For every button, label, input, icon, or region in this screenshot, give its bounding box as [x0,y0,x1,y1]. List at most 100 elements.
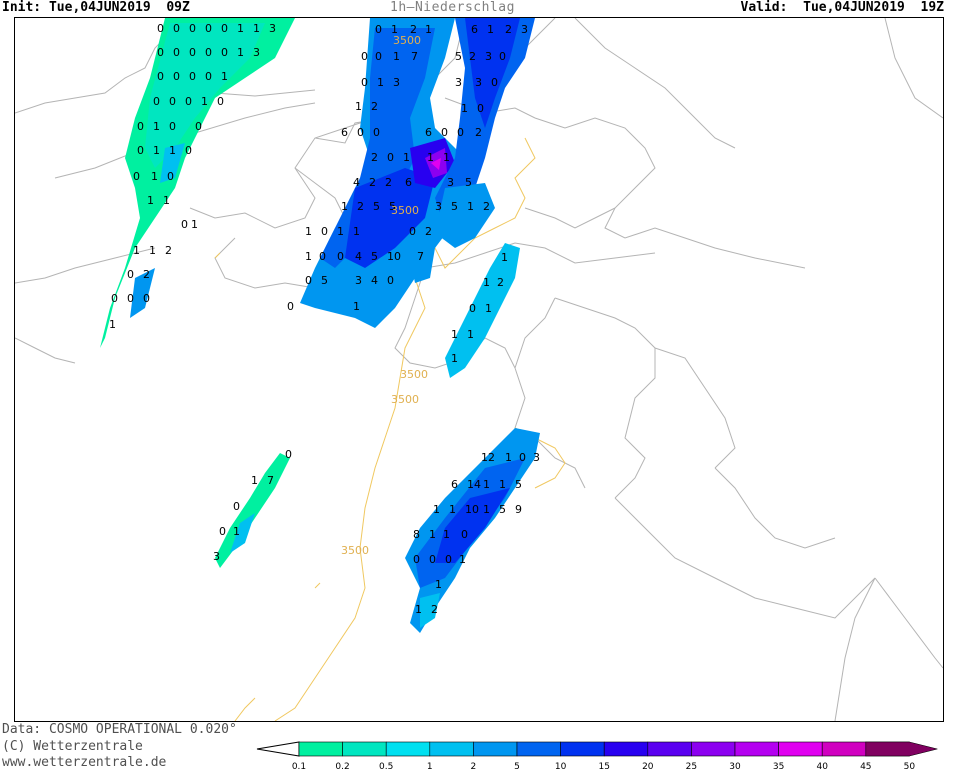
precip-value: 1 [451,328,458,341]
precip-value: 1 [393,50,400,63]
color-legend: 0.1 0.2 0.5 1 2 5 10 15 20 25 30 35 40 45 50 [256,741,938,770]
precip-value: 0 [185,144,192,157]
precip-value: 0 [195,120,202,133]
precip-value: 0 [205,22,212,35]
precip-value: 0 [387,151,394,164]
precip-value: 1 [251,474,258,487]
precip-value: 1 [459,553,466,566]
map-title: 1h—Niederschlag [390,0,515,15]
legend-tick-labels: 0.1 0.2 0.5 1 2 5 10 15 20 25 30 35 40 45 50 [292,762,916,770]
precip-value: 5 [373,200,380,213]
precip-value: 2 [371,151,378,164]
legend-swatch [778,741,823,757]
precip-value: 0 [519,451,526,464]
precip-value: 0 [181,218,188,231]
precip-value: 1 [429,528,436,541]
precip-value: 1 [449,503,456,516]
legend-swatch [298,741,343,757]
precip-value: 2 [475,126,482,139]
precip-value: 2 [371,100,378,113]
precip-value: 0 [461,528,468,541]
legend-max-arrow [865,741,938,757]
precip-value: 0 [387,274,394,287]
precip-value: 1 [221,70,228,83]
precip-value: 0 [173,22,180,35]
precip-value: 1 [305,225,312,238]
precip-value: 0 [173,70,180,83]
precip-value: 2 [357,200,364,213]
copyright-label: (C) Wetterzentrale [2,739,143,754]
precip-value: 2 [505,23,512,36]
precip-value: 0 [173,46,180,59]
precip-value: 0 [217,95,224,108]
precip-value: 12 [481,451,495,464]
precip-value: 1 [435,578,442,591]
precip-value: 0 [189,46,196,59]
precip-value: 1 [443,151,450,164]
precip-value: 1 [191,218,198,231]
legend-tick-label: 0.2 [335,762,349,770]
precipitation-map: 0000011300000130000100010010001100101101… [14,17,944,722]
precip-value: 0 [319,250,326,263]
legend-tick-label: 40 [816,762,828,770]
precip-value: 3 [435,200,442,213]
precip-value: 1 [377,76,384,89]
precip-value: 3 [533,451,540,464]
precip-value: 0 [491,76,498,89]
legend-swatch [603,741,649,757]
legend-tick-label: 35 [773,762,784,770]
precip-value: 7 [417,250,424,263]
precip-value: 1 [483,478,490,491]
map-canvas: 0 0 0 0 0 1 1 30 0 0 0 0 1 30 0 0 0 10 0 0 1 00 1 0 00 1 1 00 1 01 10 1… [15,18,943,721]
precip-value: 0 [457,126,464,139]
precip-value: 0 [137,144,144,157]
precip-value: 8 [413,528,420,541]
precip-value: 1 [451,352,458,365]
precip-value: 0 [219,525,226,538]
precip-value: 0 [321,225,328,238]
precip-value: 5 [515,478,522,491]
precip-cell-southwest [215,453,290,568]
precip-value: 1 [353,300,360,313]
legend-tick-label: 15 [598,762,609,770]
precip-value: 3 [485,50,492,63]
precip-value: 6 [451,478,458,491]
precip-value: 1 [501,251,508,264]
precip-value: 3 [447,176,454,189]
precip-value: 3 [213,550,220,563]
website-link[interactable]: www.wetterzentrale.de [2,755,166,770]
legend-swatch [342,741,387,757]
precip-value: 5 [465,176,472,189]
precip-value: 3 [475,76,482,89]
precip-value: 0 [375,23,382,36]
precip-value: 6 [425,126,432,139]
precip-value: 5 [321,274,328,287]
precip-value: 1 [353,225,360,238]
precip-value: 1 [147,194,154,207]
precip-value: 1 [427,151,434,164]
precip-value: 1 [109,318,116,331]
precip-value: 0 [133,170,140,183]
precip-value: 5 [371,250,378,263]
legend-tick-label: 30 [729,762,741,770]
precip-value: 0 [361,50,368,63]
precip-value: 0 [373,126,380,139]
precip-value: 0 [477,102,484,115]
precip-value: 0 [157,46,164,59]
precip-value: 1 [403,151,410,164]
legend-tick-label: 50 [904,762,916,770]
legend-tick-label: 20 [642,762,654,770]
precip-value: 4 [371,274,378,287]
precip-value: 0 [185,95,192,108]
precip-value: 1 [355,100,362,113]
legend-tick-label: 5 [514,762,520,770]
precip-value: 1 [341,200,348,213]
precip-value: 1 [433,503,440,516]
contour-label: 3500 [400,368,428,381]
precip-value: 0 [429,553,436,566]
precip-value: 3 [521,23,528,36]
precip-value: 1 [305,250,312,263]
precip-value: 1 [237,22,244,35]
precip-value: 9 [515,503,522,516]
legend-color-bar [256,741,938,757]
